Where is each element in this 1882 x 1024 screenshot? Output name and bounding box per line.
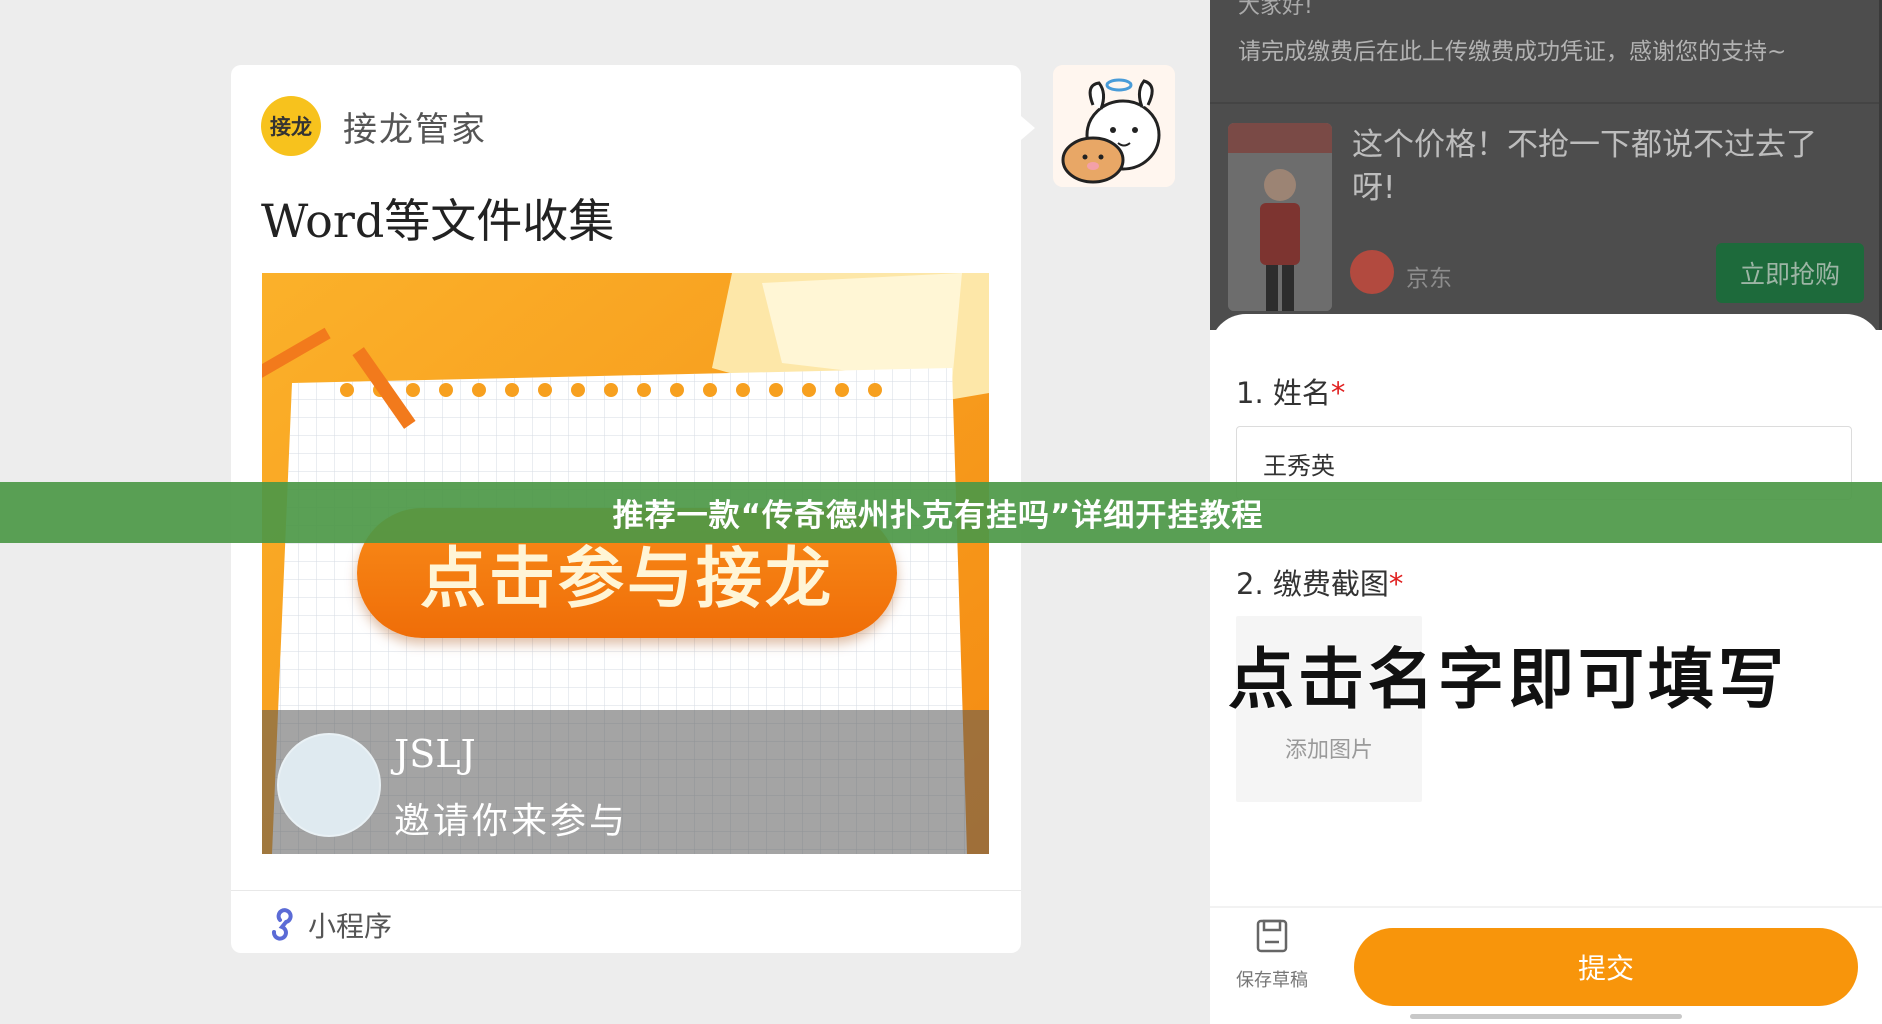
divider: [1210, 102, 1882, 104]
ad-thumbnail[interactable]: [1228, 123, 1332, 311]
notice-greeting: 大家好!: [1238, 0, 1313, 19]
notice-text: 请完成缴费后在此上传缴费成功凭证，感谢您的支持~: [1238, 39, 1787, 65]
invite-text: 邀请你来参与: [394, 801, 629, 842]
question-screenshot-label: 2. 缴费截图*: [1236, 561, 1403, 603]
ad-title[interactable]: 这个价格！不抢一下都说不过去了呀!: [1352, 124, 1852, 210]
question-screenshot-text: 2. 缴费截图: [1236, 567, 1389, 601]
submit-button[interactable]: 提交: [1354, 928, 1858, 1006]
required-mark: *: [1330, 376, 1346, 410]
card-header: 接龙 接龙管家: [261, 95, 487, 157]
card-title: Word等文件收集: [261, 194, 615, 248]
save-draft-button[interactable]: 保存草稿: [1228, 918, 1316, 1008]
overlay-hint-text: 点击名字即可填写: [1228, 641, 1788, 718]
divider: [1210, 906, 1882, 908]
dimmed-background: 大家好! 请完成缴费后在此上传缴费成功凭证，感谢您的支持~ 这个价格！不抢一下都…: [1210, 0, 1882, 330]
buy-now-button[interactable]: 立即抢购: [1716, 243, 1864, 303]
avatar: [277, 733, 381, 837]
headline-banner: 推荐一款“传奇德州扑克有挂吗”详细开挂教程: [0, 482, 1882, 543]
headline-text: 推荐一款“传奇德州扑克有挂吗”详细开挂教程: [612, 498, 1264, 534]
app-name: 接龙管家: [343, 109, 487, 150]
card-banner-image[interactable]: 点击参与接龙 JSLJ 邀请你来参与: [262, 273, 989, 854]
ad-person-image: [1228, 123, 1332, 311]
inviter-name: JSLJ: [394, 732, 476, 776]
card-footer: 小程序: [266, 905, 392, 945]
card-divider: [231, 890, 1021, 891]
app-logo: 接龙: [261, 96, 321, 156]
bubble-tail: [1021, 116, 1035, 140]
required-mark: *: [1388, 567, 1404, 601]
bunny-sticker-icon: [1053, 65, 1175, 187]
form-sheet: 1. 姓名* 2. 缴费截图* 添加图片 点击名字即可填写 保存草稿 提交: [1210, 314, 1882, 1024]
save-draft-label: 保存草稿: [1236, 970, 1308, 991]
save-icon: [1256, 919, 1288, 953]
question-name-text: 1. 姓名: [1236, 376, 1331, 410]
home-indicator: [1410, 1014, 1682, 1019]
question-name-label: 1. 姓名*: [1236, 370, 1345, 412]
sticker-image[interactable]: [1053, 65, 1175, 187]
jd-logo-icon: [1350, 250, 1394, 294]
mini-program-label: 小程序: [308, 910, 393, 943]
add-image-label: 添加图片: [1284, 738, 1373, 763]
ad-brand: 京东: [1406, 266, 1452, 292]
mini-program-icon: [272, 908, 293, 941]
banner-footer: JSLJ 邀请你来参与: [262, 710, 989, 854]
